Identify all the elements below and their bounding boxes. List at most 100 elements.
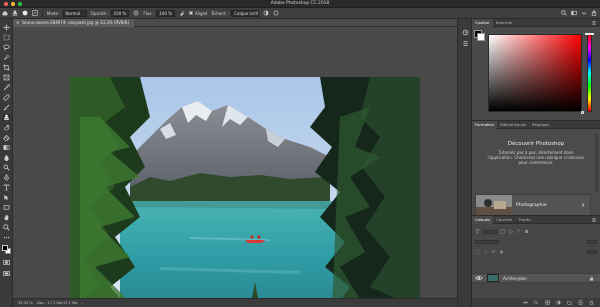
lock-pixels-icon[interactable]: [483, 249, 488, 255]
tab-channels[interactable]: Couches: [493, 216, 515, 224]
close-icon[interactable]: ✕: [16, 20, 19, 25]
tab-layers[interactable]: Calques: [472, 215, 494, 224]
airbrush-button[interactable]: [177, 8, 187, 19]
brush-size-picker[interactable]: [20, 8, 30, 19]
learn-panel-scrollbar[interactable]: [595, 133, 598, 193]
learn-card-photography[interactable]: Photographie: [475, 194, 591, 216]
layer-name[interactable]: Arrière-plan: [503, 276, 589, 281]
tool-marquee[interactable]: [3, 34, 10, 41]
properties-panel-button[interactable]: [462, 40, 469, 47]
link-layers-icon[interactable]: [523, 300, 528, 305]
color-picker-field[interactable]: [488, 34, 582, 112]
more-icon: [3, 236, 10, 239]
adjustment-layer-icon: [263, 10, 269, 16]
tool-path-selection[interactable]: [3, 194, 10, 201]
tool-eyedropper[interactable]: [3, 84, 10, 91]
trash-icon[interactable]: [589, 300, 594, 305]
layer-opacity-field[interactable]: [587, 239, 597, 244]
mode-control: Mode : Normal: [45, 8, 89, 19]
lake-photo: [70, 77, 420, 307]
eye-icon[interactable]: [475, 275, 483, 281]
flow-label: Flux :: [143, 10, 155, 16]
layer-row[interactable]: Arrière-plan: [472, 273, 600, 283]
tab-swatches[interactable]: Nuancier: [493, 19, 516, 27]
tool-more[interactable]: [3, 234, 10, 241]
screen-mode-button[interactable]: [3, 270, 10, 277]
tool-pen[interactable]: [3, 174, 10, 181]
document-image[interactable]: [70, 77, 420, 307]
tool-rectangle[interactable]: [3, 204, 10, 211]
tab-libraries[interactable]: Bibliothèques: [497, 121, 529, 129]
tool-brush[interactable]: [3, 104, 10, 111]
history-panel-button[interactable]: [462, 29, 469, 36]
home-button[interactable]: [0, 8, 10, 19]
document-info[interactable]: Doc : 17,1 Mo/17,1 Mo: [37, 301, 78, 305]
tool-eraser[interactable]: [3, 134, 10, 141]
panel-menu-icon[interactable]: [592, 21, 596, 25]
zoom-level[interactable]: 33,33 %: [18, 301, 33, 305]
lock-all-icon[interactable]: [499, 249, 504, 255]
tab-adjustments[interactable]: Réglages: [529, 121, 552, 129]
new-layer-icon[interactable]: [578, 300, 583, 305]
opacity-pressure-button[interactable]: [131, 8, 141, 19]
shape-filter-icon[interactable]: [524, 229, 529, 235]
tool-dodge[interactable]: [3, 164, 10, 171]
folder-icon[interactable]: [567, 300, 572, 305]
tool-type[interactable]: [3, 184, 10, 191]
pressure-size-button[interactable]: [271, 8, 281, 19]
workspace-icon[interactable]: [571, 10, 577, 16]
aligned-checkbox[interactable]: Aligné: [187, 8, 210, 19]
fx-icon[interactable]: fx: [534, 300, 539, 305]
tool-clone-stamp[interactable]: [3, 114, 10, 121]
hue-slider[interactable]: [587, 34, 592, 112]
aligned-check-box[interactable]: [189, 11, 194, 15]
canvas-area[interactable]: [13, 27, 457, 307]
chevron-right-icon[interactable]: ›: [81, 301, 83, 306]
options-separator: [42, 9, 43, 17]
blend-mode-select[interactable]: [475, 239, 499, 244]
layer-fill-field[interactable]: [587, 249, 597, 254]
document-tab[interactable]: ✕ bruno-soares-284974- unsplash.jpg @ 33…: [13, 18, 135, 27]
type-filter-icon[interactable]: [516, 229, 521, 235]
tool-quick-selection[interactable]: [3, 54, 10, 61]
tool-blur[interactable]: [3, 154, 10, 161]
adjustment-filter-icon[interactable]: [508, 229, 513, 235]
brush-settings-button[interactable]: [30, 8, 40, 19]
tab-learn[interactable]: Formation: [472, 120, 498, 129]
mode-select[interactable]: Normal: [62, 9, 87, 17]
clone-stamp-icon: [4, 114, 9, 121]
tool-zoom[interactable]: [3, 224, 10, 231]
foreground-color-swatch[interactable]: [2, 245, 8, 251]
panel-background-swatch[interactable]: [477, 33, 485, 41]
panel-menu-icon[interactable]: [592, 218, 596, 222]
tool-preset-picker[interactable]: [10, 8, 20, 19]
rectangle-icon: [3, 205, 10, 210]
lock-transparent-icon[interactable]: [475, 249, 480, 255]
pixel-filter-icon[interactable]: [500, 229, 505, 235]
opacity-field[interactable]: 100 %: [110, 9, 130, 17]
quick-mask-button[interactable]: [3, 259, 10, 266]
chevron-down-icon[interactable]: [581, 10, 587, 16]
tab-color[interactable]: Couleur: [472, 18, 493, 27]
flow-field[interactable]: 100 %: [156, 9, 176, 17]
hue-slider-handle[interactable]: [585, 33, 594, 35]
tool-move[interactable]: [3, 24, 10, 31]
tool-healing-brush[interactable]: [3, 94, 10, 101]
lock-position-icon[interactable]: [491, 249, 496, 255]
share-icon[interactable]: [591, 10, 597, 16]
tool-crop[interactable]: [3, 64, 10, 71]
ignore-adjustment-button[interactable]: [261, 8, 271, 19]
tool-lasso[interactable]: [3, 44, 10, 51]
tool-gradient[interactable]: [3, 144, 10, 151]
sample-select[interactable]: Calque actif: [231, 9, 260, 17]
adjustment-layer-icon[interactable]: [556, 300, 561, 305]
tab-paths[interactable]: Tracés: [515, 216, 533, 224]
search-icon[interactable]: [561, 10, 567, 16]
layer-kind-select[interactable]: [483, 229, 497, 234]
tool-frame[interactable]: [3, 74, 10, 81]
color-picker-marker[interactable]: [581, 111, 584, 114]
layer-mask-icon[interactable]: [545, 300, 550, 305]
tool-hand[interactable]: [3, 214, 10, 221]
filter-icon[interactable]: [475, 229, 480, 235]
tool-history-brush[interactable]: [3, 124, 10, 131]
